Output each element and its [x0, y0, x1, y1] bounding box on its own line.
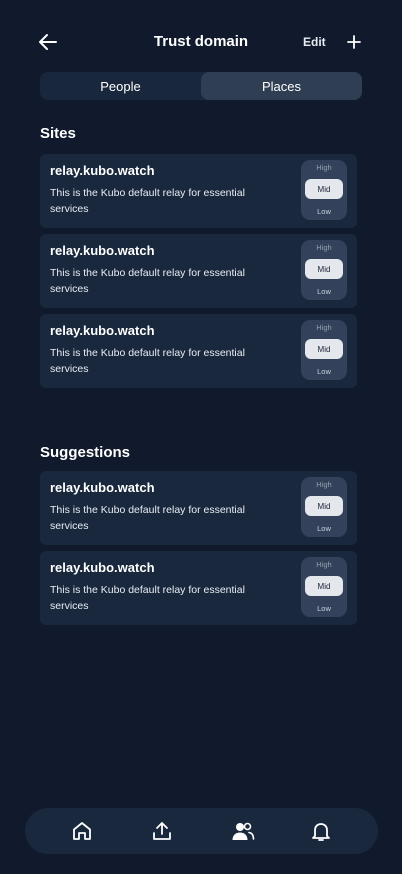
level-low-option[interactable]: Low [301, 287, 347, 296]
site-card[interactable]: relay.kubo.watch This is the Kubo defaul… [40, 234, 357, 308]
trust-level-selector: High Mid Low [301, 240, 347, 300]
level-high-option[interactable]: High [301, 480, 347, 489]
upload-icon [153, 822, 171, 840]
segmented-control: People Places [40, 72, 362, 100]
site-card[interactable]: relay.kubo.watch This is the Kubo defaul… [40, 154, 357, 228]
nav-people[interactable] [231, 819, 255, 843]
trust-level-selector: High Mid Low [301, 477, 347, 537]
bottom-nav [25, 808, 378, 854]
site-description: This is the Kubo default relay for essen… [50, 267, 245, 295]
header: Trust domain Edit [0, 26, 402, 58]
suggestion-name: relay.kubo.watch [50, 480, 155, 495]
home-icon [73, 822, 91, 840]
suggestion-description: This is the Kubo default relay for essen… [50, 504, 245, 532]
tab-places[interactable]: Places [201, 72, 362, 100]
level-high-option[interactable]: High [301, 243, 347, 252]
level-low-option[interactable]: Low [301, 367, 347, 376]
level-low-option[interactable]: Low [301, 207, 347, 216]
nav-notifications[interactable] [309, 819, 333, 843]
level-mid-option[interactable]: Mid [305, 339, 343, 359]
level-low-option[interactable]: Low [301, 524, 347, 533]
site-card[interactable]: relay.kubo.watch This is the Kubo defaul… [40, 314, 357, 388]
sites-heading: Sites [40, 125, 76, 142]
add-button[interactable] [344, 32, 364, 52]
trust-level-selector: High Mid Low [301, 320, 347, 380]
page-title: Trust domain [153, 33, 249, 50]
level-high-option[interactable]: High [301, 323, 347, 332]
nav-home[interactable] [70, 819, 94, 843]
site-description: This is the Kubo default relay for essen… [50, 187, 245, 215]
trust-level-selector: High Mid Low [301, 557, 347, 617]
level-mid-option[interactable]: Mid [305, 576, 343, 596]
people-icon [232, 822, 255, 840]
site-name: relay.kubo.watch [50, 243, 155, 258]
edit-button[interactable]: Edit [303, 35, 326, 49]
arrow-left-icon [39, 34, 57, 50]
level-high-option[interactable]: High [301, 560, 347, 569]
level-mid-option[interactable]: Mid [305, 259, 343, 279]
suggestion-description: This is the Kubo default relay for essen… [50, 584, 245, 612]
trust-level-selector: High Mid Low [301, 160, 347, 220]
bell-icon [312, 823, 330, 841]
nav-upload[interactable] [150, 819, 174, 843]
level-high-option[interactable]: High [301, 163, 347, 172]
suggestion-card[interactable]: relay.kubo.watch This is the Kubo defaul… [40, 551, 357, 625]
back-button[interactable] [36, 30, 60, 54]
suggestion-name: relay.kubo.watch [50, 560, 155, 575]
level-low-option[interactable]: Low [301, 604, 347, 613]
suggestion-card[interactable]: relay.kubo.watch This is the Kubo defaul… [40, 471, 357, 545]
plus-icon [347, 35, 361, 49]
suggestions-heading: Suggestions [40, 444, 131, 461]
site-name: relay.kubo.watch [50, 163, 155, 178]
site-name: relay.kubo.watch [50, 323, 155, 338]
tab-people[interactable]: People [40, 72, 201, 100]
level-mid-option[interactable]: Mid [305, 179, 343, 199]
site-description: This is the Kubo default relay for essen… [50, 347, 245, 375]
level-mid-option[interactable]: Mid [305, 496, 343, 516]
